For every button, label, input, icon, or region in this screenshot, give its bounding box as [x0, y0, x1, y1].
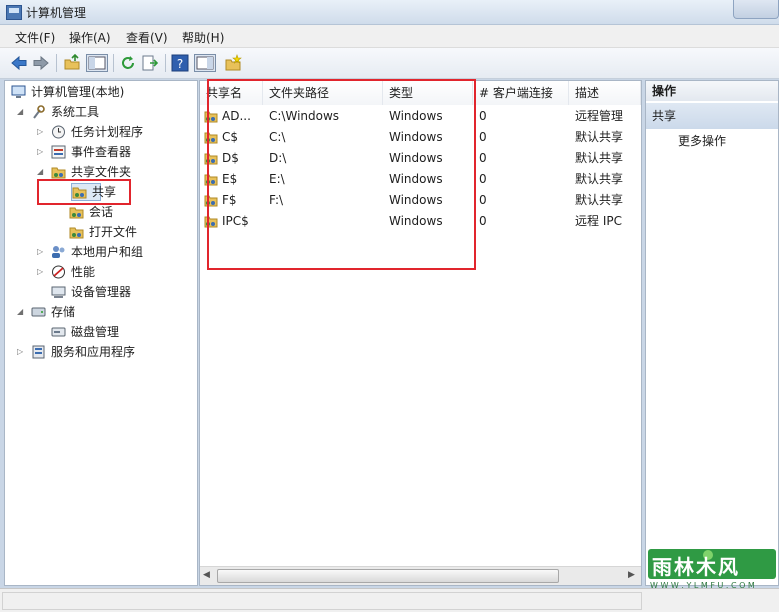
close-button[interactable]: [733, 0, 779, 19]
column-header-description[interactable]: 描述: [569, 81, 641, 105]
refresh-icon[interactable]: [119, 54, 137, 72]
action-pane: 操作 共享 更多操作 雨林木风 W W W . Y L M F U . C O …: [645, 80, 779, 590]
tools-icon: [33, 105, 45, 119]
collapsed-arrow-icon[interactable]: ▷: [37, 123, 45, 141]
horizontal-scrollbar[interactable]: ◀ ▶: [200, 566, 641, 585]
users-icon: [52, 246, 65, 258]
cell-desc: 默认共享: [575, 151, 624, 165]
cell-clients: 0: [479, 151, 487, 165]
more-actions-link[interactable]: 更多操作: [678, 131, 726, 151]
collapsed-arrow-icon[interactable]: ▷: [37, 143, 45, 161]
cell-desc: 远程 IPC: [575, 214, 622, 228]
toolbar-separator: [113, 54, 114, 72]
window-title: 计算机管理: [26, 6, 87, 20]
menu-help[interactable]: 帮助(H): [182, 29, 224, 46]
column-header-clients[interactable]: # 客户端连接: [473, 81, 569, 105]
toolbar-separator: [56, 54, 57, 72]
tree-highlight-box: [37, 179, 131, 205]
scrollbar-thumb[interactable]: [217, 569, 559, 583]
disk-icon: [51, 327, 66, 337]
cell-desc: 默认共享: [575, 130, 624, 144]
clock-icon: [52, 125, 65, 139]
collapsed-arrow-icon[interactable]: ▷: [37, 263, 45, 281]
collapsed-arrow-icon[interactable]: ▷: [37, 243, 45, 261]
collapsed-arrow-icon[interactable]: ▷: [17, 343, 25, 361]
event-viewer-icon: [51, 145, 66, 159]
performance-icon: [52, 265, 65, 279]
new-share-icon[interactable]: [224, 54, 242, 72]
menu-file[interactable]: 文件(F): [15, 29, 55, 46]
menu-view[interactable]: 查看(V): [126, 29, 168, 46]
cell-clients: 0: [479, 130, 487, 144]
console-tree: 计算机管理(本地) ◢ 系统工具 ▷ 任务计划程序 ▷ 事件查看器 ◢ 共享文件…: [4, 80, 198, 586]
menu-action[interactable]: 操作(A): [69, 29, 111, 46]
back-arrow-icon[interactable]: [10, 54, 28, 72]
status-panel: [2, 592, 642, 610]
list-highlight-box: [207, 79, 476, 270]
svg-text:?: ?: [177, 57, 183, 71]
expanded-arrow-icon[interactable]: ◢: [17, 303, 25, 321]
cell-clients: 0: [479, 214, 487, 228]
sessions-icon: [69, 207, 84, 219]
forward-arrow-icon[interactable]: [32, 54, 50, 72]
cell-desc: 默认共享: [575, 172, 624, 186]
show-hide-console-tree-icon[interactable]: [86, 54, 108, 72]
services-icon: [32, 345, 45, 359]
watermark-brand: 雨林木风: [652, 555, 740, 579]
up-folder-icon[interactable]: [63, 54, 81, 72]
cell-desc: 远程管理: [575, 109, 624, 123]
device-manager-icon: [51, 286, 66, 298]
toolbar-separator: [165, 54, 166, 72]
export-list-icon[interactable]: [141, 54, 159, 72]
shared-folder-icon: [51, 167, 66, 179]
storage-icon: [31, 307, 46, 317]
cell-clients: 0: [479, 193, 487, 207]
cell-clients: 0: [479, 109, 487, 123]
expanded-arrow-icon[interactable]: ◢: [17, 103, 25, 121]
action-pane-header: 操作: [646, 81, 778, 101]
status-bar: [0, 588, 779, 612]
help-icon[interactable]: ?: [171, 54, 189, 72]
computer-icon: [11, 85, 26, 98]
menu-bar: 文件(F) 操作(A) 查看(V) 帮助(H): [0, 25, 779, 48]
action-section-shares[interactable]: 共享: [646, 103, 778, 129]
open-files-icon: [69, 227, 84, 239]
scroll-right-arrow-icon[interactable]: ▶: [628, 570, 635, 580]
computer-management-icon: [6, 5, 22, 20]
cell-desc: 默认共享: [575, 193, 624, 207]
cell-clients: 0: [479, 172, 487, 186]
toolbar: ?: [0, 48, 779, 79]
show-hide-action-pane-icon[interactable]: [194, 54, 216, 72]
scroll-left-arrow-icon[interactable]: ◀: [203, 570, 210, 580]
title-bar: 计算机管理: [0, 0, 779, 25]
